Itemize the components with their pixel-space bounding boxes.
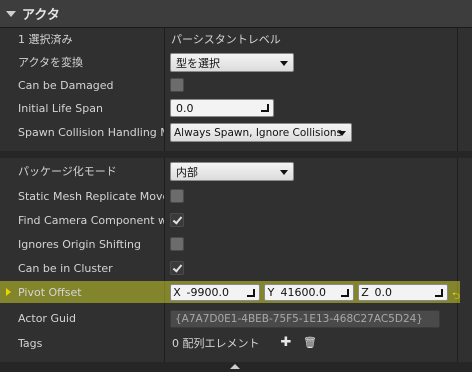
- spawn-collision-label: Spawn Collision Handling Method: [18, 126, 164, 139]
- row-can-be-damaged: Can be Damaged: [0, 73, 472, 98]
- initial-life-span-label: Initial Life Span: [18, 102, 103, 115]
- x-axis-label: X: [173, 286, 181, 299]
- actor-guid-value: {A7A7D0E1-4BEB-75F5-1E13-468C27AC5D24}: [175, 313, 423, 325]
- dropdown-arrow-icon: [338, 131, 346, 136]
- convert-actor-value: 型を選択: [176, 57, 220, 70]
- row-convert-actor: アクタを変換 型を選択: [0, 50, 472, 75]
- ignores-origin-shifting-label: Ignores Origin Shifting: [18, 238, 141, 251]
- actor-guid-label: Actor Guid: [18, 312, 76, 325]
- static-mesh-replicate-checkbox[interactable]: [170, 189, 184, 203]
- row-tags: Tags 0 配列エレメント ✚ 🗑: [0, 331, 472, 356]
- category-header-actor[interactable]: アクタ: [0, 0, 472, 28]
- can-be-in-cluster-checkbox[interactable]: [170, 261, 184, 275]
- add-icon[interactable]: ✚: [279, 336, 293, 350]
- pivot-offset-z-input[interactable]: Z 0.0: [358, 284, 448, 301]
- selected-level-value: パーシスタントレベル: [171, 33, 281, 46]
- category-title: アクタ: [22, 8, 60, 23]
- reset-to-default-icon[interactable]: ⮌: [452, 289, 460, 306]
- row-package-mode: パッケージ化モード 内部: [0, 159, 472, 184]
- package-mode-value: 内部: [176, 166, 198, 179]
- expand-up-icon[interactable]: [230, 364, 240, 369]
- row-initial-life-span: Initial Life Span 0.0: [0, 96, 472, 121]
- convert-actor-label: アクタを変換: [18, 56, 84, 69]
- find-camera-component-checkbox[interactable]: [170, 213, 184, 227]
- pivot-offset-y-input[interactable]: Y 41600.0: [264, 284, 354, 301]
- ignores-origin-shifting-checkbox[interactable]: [170, 237, 184, 251]
- tags-label: Tags: [18, 337, 43, 350]
- row-find-camera-component: Find Camera Component when ViewTarget: [0, 208, 472, 233]
- initial-life-span-value: 0.0: [176, 102, 194, 115]
- dropdown-arrow-icon: [280, 170, 288, 175]
- dropdown-arrow-icon: [280, 61, 288, 66]
- pivot-offset-y-value: 41600.0: [280, 286, 327, 299]
- package-mode-dropdown[interactable]: 内部: [170, 162, 294, 181]
- section-separator: [0, 151, 472, 158]
- selected-count-label: 1 選択済み: [18, 33, 73, 46]
- pivot-offset-x-value: -9900.0: [186, 286, 229, 299]
- package-mode-label: パッケージ化モード: [18, 165, 117, 178]
- spin-handle-icon[interactable]: [261, 104, 269, 112]
- tags-count-value: 0 配列エレメント: [172, 337, 260, 350]
- spin-handle-icon[interactable]: [247, 289, 255, 297]
- convert-actor-dropdown[interactable]: 型を選択: [170, 53, 294, 72]
- row-can-be-in-cluster: Can be in Cluster: [0, 256, 472, 281]
- spin-handle-icon[interactable]: [435, 289, 443, 297]
- actor-guid-field: {A7A7D0E1-4BEB-75F5-1E13-468C27AC5D24}: [170, 310, 440, 328]
- y-axis-label: Y: [267, 286, 275, 299]
- spawn-collision-value: Always Spawn, Ignore Collisions: [174, 127, 342, 139]
- collapse-arrow-icon[interactable]: [6, 10, 16, 17]
- initial-life-span-input[interactable]: 0.0: [170, 99, 274, 117]
- row-ignores-origin-shifting: Ignores Origin Shifting: [0, 232, 472, 257]
- can-be-in-cluster-label: Can be in Cluster: [18, 262, 113, 275]
- pivot-offset-x-input[interactable]: X -9900.0: [170, 284, 260, 301]
- expand-arrow-icon[interactable]: [6, 288, 11, 296]
- can-be-damaged-label: Can be Damaged: [18, 79, 114, 92]
- details-panel: アクタ 1 選択済み パーシスタントレベル アクタを変換 型を選択 Can be…: [0, 0, 472, 372]
- find-camera-component-label: Find Camera Component when ViewTarget: [18, 214, 164, 227]
- advanced-expander[interactable]: [0, 362, 472, 372]
- can-be-damaged-checkbox[interactable]: [170, 78, 184, 92]
- pivot-offset-z-value: 0.0: [374, 286, 393, 299]
- row-spawn-collision: Spawn Collision Handling Method Always S…: [0, 120, 472, 145]
- static-mesh-replicate-label: Static Mesh Replicate Movement: [18, 190, 164, 203]
- z-axis-label: Z: [361, 286, 369, 299]
- trash-icon[interactable]: 🗑: [303, 336, 317, 350]
- pivot-offset-label: Pivot Offset: [18, 286, 82, 299]
- row-selected-count: 1 選択済み パーシスタントレベル: [0, 27, 472, 52]
- spawn-collision-dropdown[interactable]: Always Spawn, Ignore Collisions: [170, 123, 352, 142]
- row-pivot-offset: Pivot Offset X -9900.0 Y 41600.0 Z 0.0 ⮌: [0, 280, 472, 305]
- row-static-mesh-replicate: Static Mesh Replicate Movement: [0, 184, 472, 209]
- spin-handle-icon[interactable]: [341, 289, 349, 297]
- row-actor-guid: Actor Guid {A7A7D0E1-4BEB-75F5-1E13-468C…: [0, 306, 472, 331]
